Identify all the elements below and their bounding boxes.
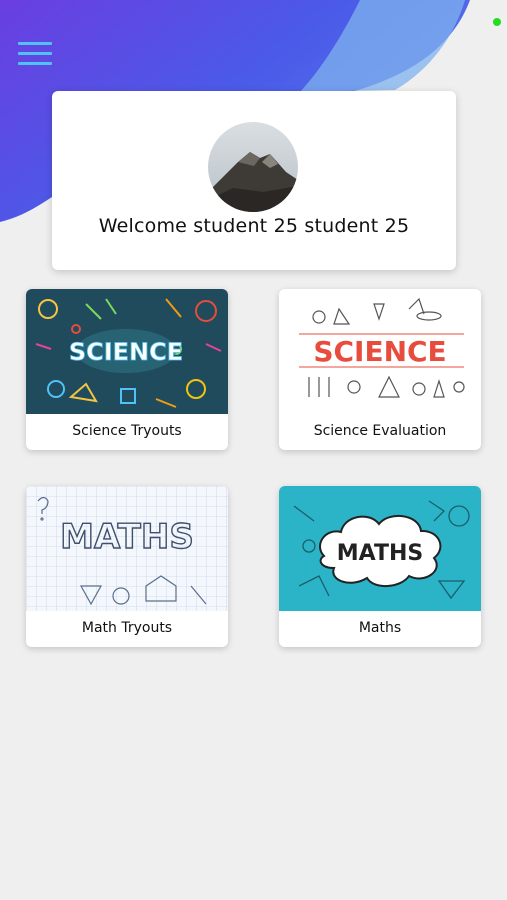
maths-image-text: MATHS [60, 517, 194, 557]
welcome-card: Welcome student 25 student 25 [52, 91, 456, 270]
welcome-message: Welcome student 25 student 25 [98, 215, 410, 237]
science-evaluation-card[interactable]: SCIENCE Science Evaluation [279, 289, 481, 450]
maths-card[interactable]: MATHS Maths [279, 486, 481, 647]
tile-label: Science Tryouts [72, 423, 182, 439]
science-image-text: SCIENCE [313, 335, 446, 368]
status-indicator [493, 18, 501, 26]
maths-image-text: MATHS [337, 541, 423, 566]
science-evaluation-image: SCIENCE [279, 289, 481, 414]
science-image-text: SCIENCE [69, 338, 183, 366]
tile-label: Maths [358, 620, 402, 636]
science-tryouts-card[interactable]: SCIENCE Science Tryouts [26, 289, 228, 450]
maths-image: MATHS [279, 486, 481, 611]
avatar[interactable] [208, 122, 298, 212]
math-tryouts-image: MATHS [26, 486, 228, 611]
tile-label: Math Tryouts [81, 620, 173, 636]
hamburger-menu-icon[interactable] [18, 40, 52, 68]
tile-label: Science Evaluation [313, 423, 447, 439]
science-tryouts-image: SCIENCE [26, 289, 228, 414]
math-tryouts-card[interactable]: MATHS Math Tryouts [26, 486, 228, 647]
